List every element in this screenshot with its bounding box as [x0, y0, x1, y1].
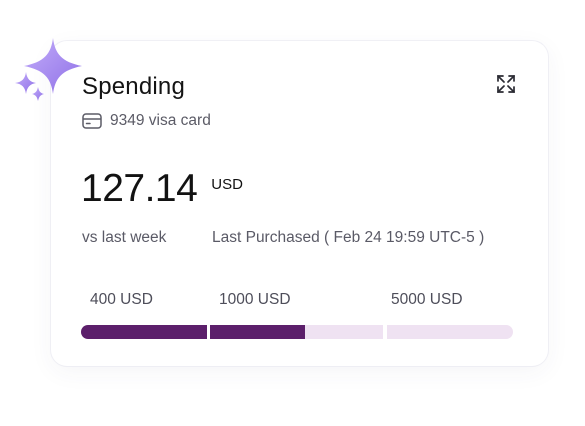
- card-info: 9349 visa card: [82, 112, 211, 130]
- credit-card-icon: [82, 113, 102, 129]
- last-purchased: Last Purchased ( Feb 24 19:59 UTC-5 ): [212, 229, 485, 246]
- comparison-label: vs last week: [82, 229, 167, 246]
- spending-amount: 127.14: [81, 167, 198, 210]
- card-title: Spending: [82, 73, 186, 100]
- progress-segment-1: [81, 325, 207, 339]
- amount-row: 127.14 USD: [81, 169, 243, 208]
- limit-tick-5000: 5000 USD: [391, 291, 463, 308]
- expand-icon[interactable]: [496, 74, 516, 94]
- stage: Spending 9349 visa card 127.14 USD vs la…: [0, 0, 585, 426]
- progress-segment-3: [387, 325, 513, 339]
- progress-segment-2-fill: [210, 325, 305, 339]
- amount-currency: USD: [211, 176, 243, 193]
- limit-tick-400: 400 USD: [90, 291, 153, 308]
- limit-tick-1000: 1000 USD: [219, 291, 291, 308]
- progress-segment-2-rest: [305, 325, 383, 339]
- sparkle-icon: [15, 38, 82, 101]
- card-label: 9349 visa card: [110, 112, 211, 129]
